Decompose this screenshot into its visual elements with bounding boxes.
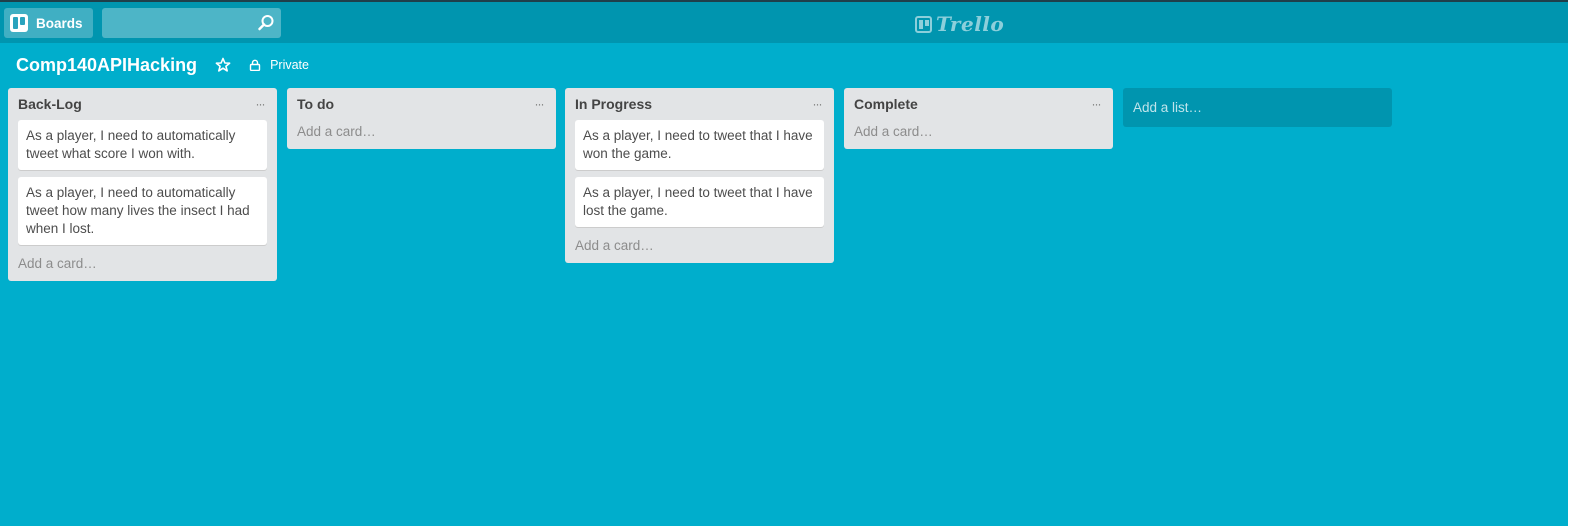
card[interactable]: As a player, I need to automatically twe…	[18, 177, 267, 245]
add-list-button[interactable]: Add a list…	[1123, 88, 1392, 127]
window-edge	[1568, 0, 1575, 526]
board-header: Comp140APIHacking Private	[16, 50, 309, 80]
list-title[interactable]: In Progress	[575, 96, 652, 112]
list-title[interactable]: Back-Log	[18, 96, 82, 112]
list-to-do: To do ··· Add a card…	[287, 88, 556, 149]
card[interactable]: As a player, I need to tweet that I have…	[575, 177, 824, 227]
privacy-label[interactable]: Private	[270, 58, 309, 72]
add-card-button[interactable]: Add a card…	[297, 120, 546, 149]
add-card-button[interactable]: Add a card…	[575, 234, 824, 263]
list-title[interactable]: Complete	[854, 96, 918, 112]
list-menu-icon[interactable]: ···	[1089, 97, 1103, 111]
list-header: To do ···	[297, 88, 546, 120]
list-title[interactable]: To do	[297, 96, 334, 112]
add-card-button[interactable]: Add a card…	[18, 252, 267, 281]
trello-logo-text: Trello	[936, 12, 1005, 36]
list-header: In Progress ···	[575, 88, 824, 120]
card[interactable]: As a player, I need to automatically twe…	[18, 120, 267, 170]
board-title[interactable]: Comp140APIHacking	[16, 55, 197, 76]
trello-logo-icon	[915, 15, 932, 33]
search-input[interactable]	[102, 8, 281, 38]
star-icon[interactable]	[215, 57, 231, 73]
list-menu-icon[interactable]: ···	[810, 97, 824, 111]
trello-logo[interactable]: Trello	[915, 11, 1004, 37]
card[interactable]: As a player, I need to tweet that I have…	[575, 120, 824, 170]
add-card-button[interactable]: Add a card…	[854, 120, 1103, 149]
top-bar: Boards Trello	[0, 0, 1568, 43]
list-header: Back-Log ···	[18, 88, 267, 120]
list-menu-icon[interactable]: ···	[532, 97, 546, 111]
boards-icon	[10, 14, 28, 32]
search-icon[interactable]	[257, 14, 275, 32]
search-box[interactable]	[102, 8, 281, 38]
list-in-progress: In Progress ··· As a player, I need to t…	[565, 88, 834, 263]
list-header: Complete ···	[854, 88, 1103, 120]
boards-button[interactable]: Boards	[4, 8, 93, 38]
list-complete: Complete ··· Add a card…	[844, 88, 1113, 149]
lock-icon	[249, 59, 261, 71]
boards-button-label: Boards	[36, 15, 83, 31]
list-menu-icon[interactable]: ···	[253, 97, 267, 111]
list-back-log: Back-Log ··· As a player, I need to auto…	[8, 88, 277, 281]
